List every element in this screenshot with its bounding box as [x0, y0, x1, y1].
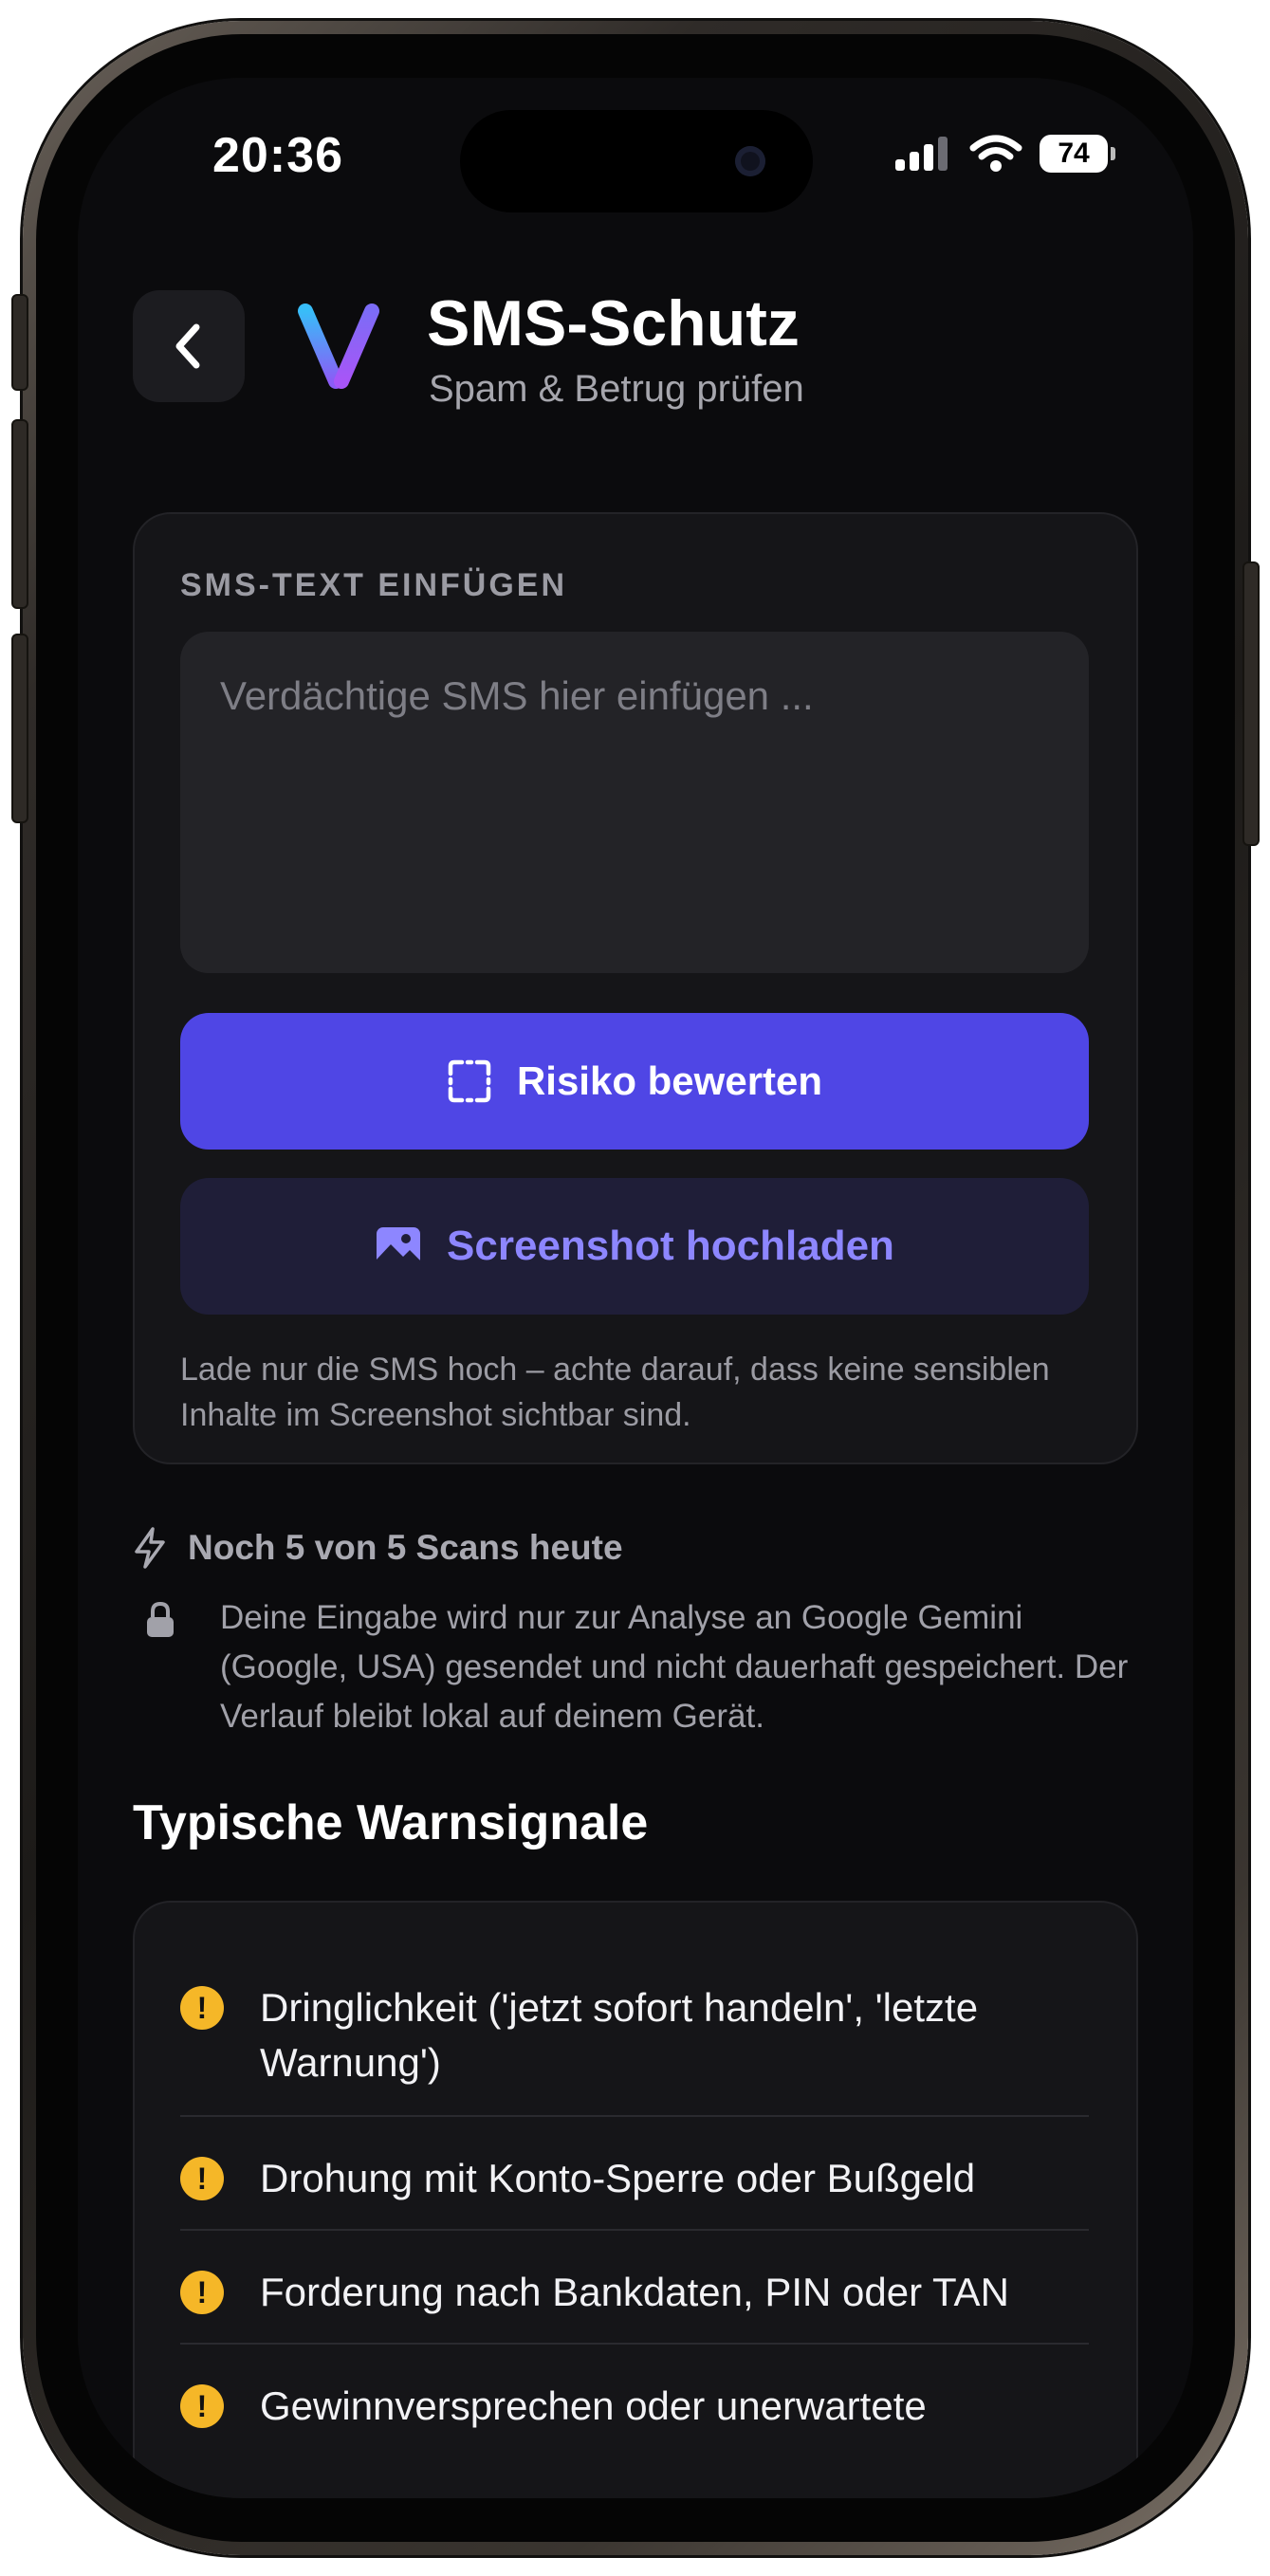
front-camera-icon	[735, 146, 765, 176]
warning-item-text: Drohung mit Konto-Sperre oder Bußgeld	[260, 2156, 976, 2200]
bolt-icon	[135, 1527, 165, 1569]
section-label: SMS-TEXT EINFÜGEN	[180, 567, 568, 603]
assess-risk-label: Risiko bewerten	[516, 1058, 823, 1103]
assess-risk-button[interactable]: Risiko bewerten	[180, 1013, 1089, 1150]
divider	[180, 2115, 1089, 2117]
warning-item-text: Gewinnversprechen oder unerwartete	[260, 2383, 927, 2428]
battery-indicator: 74	[1040, 135, 1115, 173]
sms-input-card: SMS-TEXT EINFÜGEN Verdächtige SMS hier e…	[133, 512, 1138, 1464]
volume-up-button	[11, 419, 28, 609]
divider	[180, 2343, 1089, 2345]
divider	[180, 2229, 1089, 2231]
warning-item: ! Dringlichkeit ('jetzt sofort handeln',…	[180, 1980, 1089, 2094]
status-icons: 74	[893, 135, 1115, 173]
lock-icon	[147, 1601, 174, 1637]
chevron-left-icon	[175, 323, 200, 369]
scan-quota-text: Noch 5 von 5 Scans heute	[188, 1528, 623, 1567]
page-subtitle: Spam & Betrug prüfen	[429, 368, 804, 410]
upload-screenshot-button[interactable]: Screenshot hochladen	[180, 1178, 1089, 1315]
warning-item-text: Forderung nach Bankdaten, PIN oder TAN	[260, 2270, 1009, 2314]
app-screen: 20:36 74 SMS-Schutz Spam & Betrug prüfen…	[78, 78, 1193, 2498]
warning-signs-heading: Typische Warnsignale	[133, 1795, 649, 1850]
page-title: SMS-Schutz	[427, 287, 800, 359]
cellular-signal-icon	[895, 137, 948, 171]
warning-signs-card: ! Dringlichkeit ('jetzt sofort handeln',…	[133, 1901, 1138, 2498]
back-button[interactable]	[133, 290, 245, 402]
status-time: 20:36	[212, 128, 343, 183]
sms-text-input[interactable]: Verdächtige SMS hier einfügen ...	[180, 632, 1089, 973]
warning-item: ! Drohung mit Konto-Sperre oder Bußgeld	[180, 2151, 1089, 2208]
action-button	[11, 294, 28, 391]
scan-quota: Noch 5 von 5 Scans heute	[133, 1527, 623, 1569]
exclamation-circle-icon: !	[180, 2271, 224, 2314]
exclamation-circle-icon: !	[180, 1986, 224, 2030]
warning-item-text: Dringlichkeit ('jetzt sofort handeln', '…	[260, 1985, 979, 2085]
dynamic-island	[460, 110, 813, 212]
status-bar: 20:36 74	[78, 78, 1193, 248]
sms-input-placeholder: Verdächtige SMS hier einfügen ...	[220, 673, 814, 718]
app-header: SMS-Schutz Spam & Betrug prüfen	[133, 287, 1138, 431]
volume-down-button	[11, 634, 28, 823]
privacy-notice-text: Deine Eingabe wird nur zur Analyse an Go…	[220, 1599, 1129, 1735]
app-logo-icon	[298, 304, 379, 389]
exclamation-circle-icon: !	[180, 2157, 224, 2200]
upload-screenshot-label: Screenshot hochladen	[447, 1223, 894, 1269]
scan-frame-icon	[448, 1059, 491, 1103]
wifi-icon	[969, 135, 1022, 172]
power-button	[1242, 561, 1260, 846]
warning-item: ! Forderung nach Bankdaten, PIN oder TAN	[180, 2265, 1089, 2322]
image-icon	[377, 1227, 421, 1265]
upload-hint-text: Lade nur die SMS hoch – achte darauf, da…	[180, 1352, 1050, 1433]
exclamation-circle-icon: !	[180, 2384, 224, 2428]
warning-item: ! Gewinnversprechen oder unerwartete	[180, 2379, 1089, 2436]
